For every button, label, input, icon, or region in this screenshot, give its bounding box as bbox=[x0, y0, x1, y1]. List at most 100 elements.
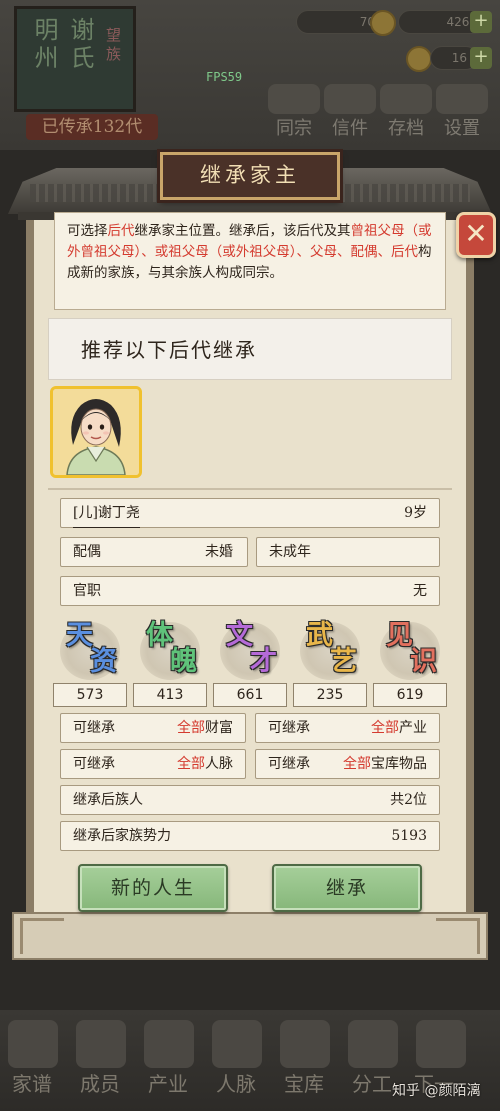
stat-physique-top: 体 bbox=[146, 620, 173, 651]
office-label: 官职 bbox=[73, 583, 101, 599]
banner-rank: 望族 bbox=[104, 27, 122, 65]
power-value: 5193 bbox=[391, 828, 427, 844]
nav-members[interactable]: 成员 bbox=[70, 1068, 130, 1097]
spouse-value: 未婚 bbox=[205, 544, 233, 560]
clan-banner: 明州 谢氏 望族 bbox=[14, 6, 136, 112]
heir-name: [儿]谢丁尧 bbox=[73, 499, 140, 528]
stat-literary-bottom: 才 bbox=[250, 646, 277, 677]
nav-settings[interactable]: 设置 bbox=[436, 114, 488, 140]
inherit-label: 可继承 bbox=[73, 756, 115, 772]
fps-counter: FPS59 bbox=[206, 70, 243, 84]
status-row: 未成年 bbox=[256, 537, 440, 567]
stat-literary-value: 661 bbox=[213, 683, 287, 707]
industry-icon[interactable] bbox=[144, 1020, 194, 1068]
inherit-industry-label: 产业 bbox=[399, 720, 427, 736]
dialog-title: 继承家主 bbox=[200, 163, 300, 187]
stat-martial-bottom: 艺 bbox=[330, 646, 357, 677]
banner-clan: 谢氏 bbox=[66, 17, 94, 73]
inherit-button[interactable]: 继承 bbox=[272, 864, 422, 912]
tasks-icon[interactable] bbox=[348, 1020, 398, 1068]
stat-literary-icon: 文 才 bbox=[212, 620, 290, 680]
recommend-banner: 推荐以下后代继承 bbox=[48, 318, 452, 380]
heir-age: 9岁 bbox=[404, 505, 427, 521]
nav-network[interactable]: 人脉 bbox=[206, 1068, 266, 1097]
inherit-all-tag: 全部 bbox=[371, 720, 399, 736]
generation-badge: 已传承132代 bbox=[26, 114, 158, 140]
inherit-all-tag: 全部 bbox=[177, 720, 205, 736]
clan-icon[interactable] bbox=[268, 84, 320, 114]
stat-talent-value: 573 bbox=[53, 683, 127, 707]
inherit-all-tag: 全部 bbox=[177, 756, 205, 772]
stat-knowledge-top: 见 bbox=[386, 620, 413, 651]
inherit-network-row: 可继承 全部人脉 bbox=[60, 749, 246, 779]
save-icon[interactable] bbox=[380, 84, 432, 114]
new-life-button[interactable]: 新的人生 bbox=[78, 864, 228, 912]
treasury-icon[interactable] bbox=[280, 1020, 330, 1068]
power-label: 继承后家族势力 bbox=[73, 828, 171, 844]
title-plaque: 继承家主 bbox=[157, 149, 343, 203]
inherit-all-tag: 全部 bbox=[343, 756, 371, 772]
power-row: 继承后家族势力 5193 bbox=[60, 821, 440, 851]
members-value: 共2位 bbox=[390, 792, 427, 808]
office-row: 官职 无 bbox=[60, 576, 440, 606]
gem-icon bbox=[370, 10, 396, 36]
nav-family-tree[interactable]: 家谱 bbox=[2, 1068, 62, 1097]
add-icon[interactable]: + bbox=[470, 11, 492, 33]
stat-knowledge-bottom: 识 bbox=[410, 646, 437, 677]
dialog-base bbox=[12, 912, 488, 960]
stat-physique-icon: 体 魄 bbox=[132, 620, 210, 680]
members-label: 继承后族人 bbox=[73, 792, 143, 808]
portrait-icon bbox=[53, 389, 139, 475]
stat-martial-value: 235 bbox=[293, 683, 367, 707]
stat-knowledge-value: 619 bbox=[373, 683, 447, 707]
close-icon: ✕ bbox=[464, 217, 488, 250]
add-icon-2[interactable]: + bbox=[470, 47, 492, 69]
stat-martial-icon: 武 艺 bbox=[292, 620, 370, 680]
heir-name-row: [儿]谢丁尧 9岁 bbox=[60, 498, 440, 528]
inherit-treasure-label: 宝库物品 bbox=[371, 756, 427, 772]
spouse-label: 配偶 bbox=[73, 544, 101, 560]
inherit-label: 可继承 bbox=[268, 756, 310, 772]
stat-literary-top: 文 bbox=[226, 620, 253, 651]
stat-martial-top: 武 bbox=[306, 620, 333, 651]
nav-industry[interactable]: 产业 bbox=[138, 1068, 198, 1097]
inherit-industry-row: 可继承 全部产业 bbox=[255, 713, 440, 743]
settings-icon[interactable] bbox=[436, 84, 488, 114]
stat-talent-top: 天 bbox=[66, 620, 93, 651]
nav-save[interactable]: 存档 bbox=[380, 114, 432, 140]
inherit-label: 可继承 bbox=[268, 720, 310, 736]
stat-talent-bottom: 资 bbox=[90, 646, 117, 677]
next-icon[interactable] bbox=[416, 1020, 466, 1068]
desc-part-2: 继承家主位置。继承后，该后代及其 bbox=[134, 223, 351, 239]
watermark: 知乎 @颜陌漓 bbox=[392, 1083, 481, 1099]
inherit-network-label: 人脉 bbox=[205, 756, 233, 772]
section-divider bbox=[48, 488, 452, 490]
letter-icon[interactable] bbox=[324, 84, 376, 114]
stat-physique-value: 413 bbox=[133, 683, 207, 707]
nav-treasury[interactable]: 宝库 bbox=[274, 1068, 334, 1097]
inherit-wealth-value: 全部财富 bbox=[177, 714, 233, 742]
base-ornament-left bbox=[20, 918, 64, 954]
members-icon[interactable] bbox=[76, 1020, 126, 1068]
family-tree-icon[interactable] bbox=[8, 1020, 58, 1068]
network-icon[interactable] bbox=[212, 1020, 262, 1068]
stat-knowledge-icon: 见 识 bbox=[372, 620, 450, 680]
inherit-treasure-value: 全部宝库物品 bbox=[343, 750, 427, 778]
inherit-wealth-label: 财富 bbox=[205, 720, 233, 736]
heir-avatar[interactable] bbox=[50, 386, 142, 478]
close-button[interactable]: ✕ bbox=[456, 212, 496, 258]
inherit-label: 可继承 bbox=[73, 720, 115, 736]
inherit-network-value: 全部人脉 bbox=[177, 750, 233, 778]
members-row: 继承后族人 共2位 bbox=[60, 785, 440, 815]
coin-icon bbox=[406, 46, 432, 72]
base-ornament-right bbox=[436, 918, 480, 954]
nav-clan[interactable]: 同宗 bbox=[268, 114, 320, 140]
inherit-treasure-row: 可继承 全部宝库物品 bbox=[255, 749, 440, 779]
nav-letters[interactable]: 信件 bbox=[324, 114, 376, 140]
office-value: 无 bbox=[413, 583, 427, 599]
inherit-wealth-row: 可继承 全部财富 bbox=[60, 713, 246, 743]
spouse-row: 配偶 未婚 bbox=[60, 537, 248, 567]
banner-place: 明州 bbox=[30, 17, 58, 73]
stat-physique-bottom: 魄 bbox=[170, 646, 197, 677]
desc-part-1: 可选择 bbox=[67, 223, 108, 239]
